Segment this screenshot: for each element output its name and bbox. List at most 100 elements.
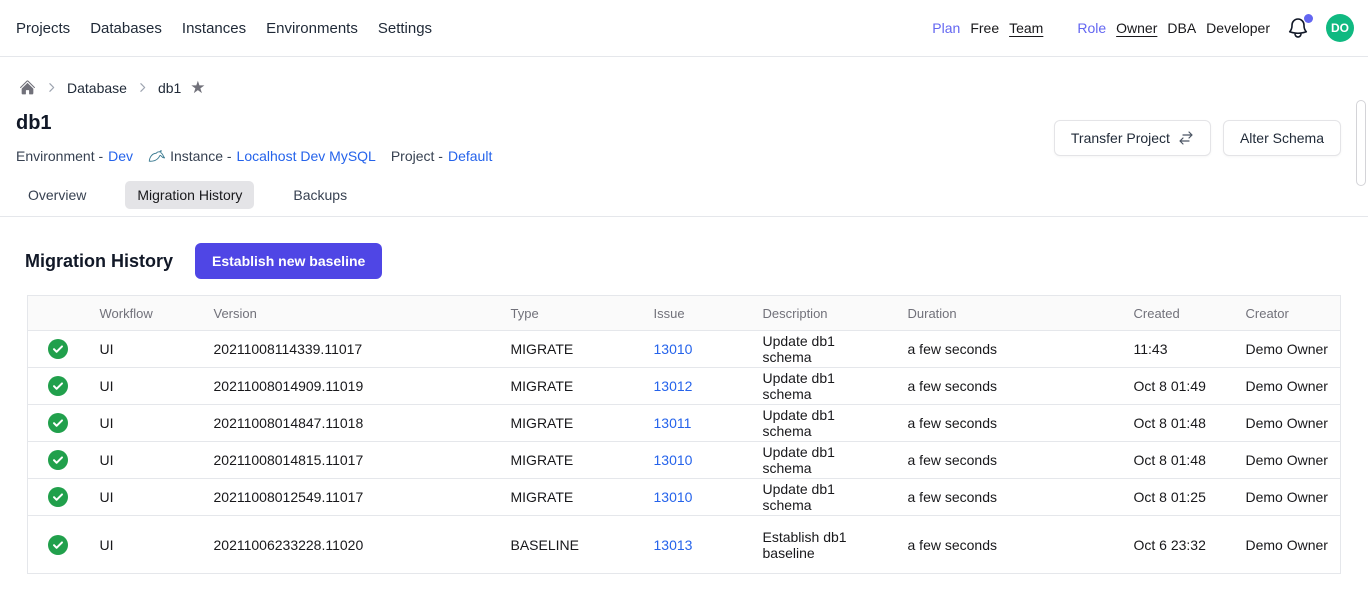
title-row: db1 Environment - Dev Instance - Localho… [16,112,1352,164]
cell-duration: a few seconds [896,442,1122,479]
success-check-icon [48,535,68,555]
notification-dot [1304,14,1313,23]
cell-created: Oct 8 01:49 [1122,368,1234,405]
cell-description: Update db1 schema [751,479,896,516]
cell-description: Update db1 schema [751,368,896,405]
tab-overview[interactable]: Overview [16,181,98,209]
home-icon[interactable] [19,79,36,96]
breadcrumb: Database db1 ★ [19,79,1352,96]
issue-link[interactable]: 13010 [654,452,693,468]
project-label: Project - [391,148,443,164]
tab-divider [0,216,1368,217]
environment-label: Environment - [16,148,103,164]
plan-team[interactable]: Team [1009,20,1043,36]
cell-type: MIGRATE [499,331,642,368]
col-version: Version [202,296,499,331]
cell-duration: a few seconds [896,331,1122,368]
table-row[interactable]: UI 20211008014847.11018 MIGRATE 13011 Up… [28,405,1341,442]
cell-version: 20211008114339.11017 [202,331,499,368]
instance-link[interactable]: Localhost Dev MySQL [237,148,376,164]
cell-type: BASELINE [499,516,642,574]
top-nav: Projects Databases Instances Environment… [0,0,1368,57]
col-creator: Creator [1234,296,1341,331]
favorite-star-icon[interactable]: ★ [190,80,205,96]
main-content: Database db1 ★ db1 Environment - Dev [0,79,1368,574]
role-developer[interactable]: Developer [1206,20,1270,36]
col-status [28,296,88,331]
table-row[interactable]: UI 20211008014909.11019 MIGRATE 13012 Up… [28,368,1341,405]
nav-item-databases[interactable]: Databases [90,20,162,37]
transfer-project-button[interactable]: Transfer Project [1054,120,1211,156]
issue-link[interactable]: 13013 [654,537,693,553]
section-title: Migration History [25,251,173,272]
cell-created: 11:43 [1122,331,1234,368]
success-check-icon [48,376,68,396]
breadcrumb-db1[interactable]: db1 [158,80,181,96]
nav-item-instances[interactable]: Instances [182,20,246,37]
table-row[interactable]: UI 20211008114339.11017 MIGRATE 13010 Up… [28,331,1341,368]
cell-creator: Demo Owner [1234,331,1341,368]
role-owner[interactable]: Owner [1116,20,1157,36]
issue-link[interactable]: 13010 [654,489,693,505]
plan-label: Plan [932,20,960,36]
cell-created: Oct 8 01:48 [1122,405,1234,442]
table-row[interactable]: UI 20211008012549.11017 MIGRATE 13010 Up… [28,479,1341,516]
cell-workflow: UI [88,405,202,442]
tab-migration-history[interactable]: Migration History [125,181,254,209]
cell-type: MIGRATE [499,442,642,479]
nav-item-environments[interactable]: Environments [266,20,358,37]
notification-bell-icon[interactable] [1286,16,1310,40]
section-header: Migration History Establish new baseline [25,243,1352,279]
environment-link[interactable]: Dev [108,148,133,164]
cell-description: Update db1 schema [751,405,896,442]
cell-version: 20211008014815.11017 [202,442,499,479]
cell-workflow: UI [88,368,202,405]
cell-creator: Demo Owner [1234,368,1341,405]
project-meta: Project - Default [391,148,492,164]
table-row[interactable]: UI 20211006233228.11020 BASELINE 13013 E… [28,516,1341,574]
scrollbar-thumb[interactable] [1356,100,1366,186]
migration-history-table: Workflow Version Type Issue Description … [27,295,1341,574]
col-workflow: Workflow [88,296,202,331]
cell-workflow: UI [88,331,202,368]
role-dba[interactable]: DBA [1167,20,1196,36]
cell-description: Establish db1 baseline [751,516,896,574]
issue-link[interactable]: 13012 [654,378,693,394]
instance-label: Instance - [170,148,231,164]
nav-item-projects[interactable]: Projects [16,20,70,37]
chevron-right-icon [136,81,149,94]
project-link[interactable]: Default [448,148,492,164]
breadcrumb-database[interactable]: Database [67,80,127,96]
nav-right: Plan Free Team Role Owner DBA Developer … [932,14,1354,42]
page-title: db1 [16,112,492,135]
cell-duration: a few seconds [896,516,1122,574]
mysql-dolphin-icon [148,149,165,164]
role-label: Role [1077,20,1106,36]
table-row[interactable]: UI 20211008014815.11017 MIGRATE 13010 Up… [28,442,1341,479]
alter-schema-button[interactable]: Alter Schema [1223,120,1341,156]
col-type: Type [499,296,642,331]
page-actions: Transfer Project Alter Schema [1054,120,1341,156]
success-check-icon [48,450,68,470]
col-duration: Duration [896,296,1122,331]
plan-free[interactable]: Free [970,20,999,36]
cell-description: Update db1 schema [751,331,896,368]
cell-created: Oct 6 23:32 [1122,516,1234,574]
avatar[interactable]: DO [1326,14,1354,42]
col-issue: Issue [642,296,751,331]
cell-type: MIGRATE [499,368,642,405]
transfer-project-label: Transfer Project [1071,130,1170,146]
establish-baseline-button[interactable]: Establish new baseline [195,243,382,279]
issue-link[interactable]: 13010 [654,341,693,357]
nav-item-settings[interactable]: Settings [378,20,432,37]
environment-meta: Environment - Dev [16,148,133,164]
cell-creator: Demo Owner [1234,479,1341,516]
instance-meta: Instance - Localhost Dev MySQL [148,148,376,164]
tab-backups[interactable]: Backups [281,181,359,209]
cell-workflow: UI [88,442,202,479]
cell-duration: a few seconds [896,405,1122,442]
cell-version: 20211008014847.11018 [202,405,499,442]
title-block: db1 Environment - Dev Instance - Localho… [16,112,492,164]
cell-version: 20211008014909.11019 [202,368,499,405]
issue-link[interactable]: 13011 [654,415,692,431]
